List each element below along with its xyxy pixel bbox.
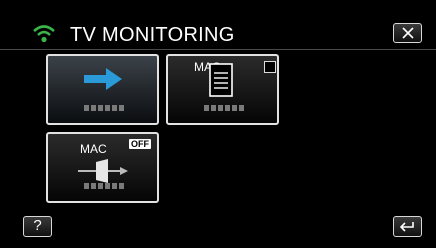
back-button[interactable] [393,216,422,237]
placeholder-dots [84,105,124,111]
tv-output-tile[interactable] [46,54,159,125]
header: TV MONITORING [0,0,436,46]
document-icon [209,63,233,97]
status-badge: OFF [129,139,151,149]
mac-label: MAC [80,142,107,156]
screen-arrow-icon [78,159,128,183]
wifi-icon [33,25,55,43]
placeholder-dots [84,183,124,189]
checkbox-icon[interactable] [264,61,276,73]
mac-filter-tile[interactable]: MAC OFF [46,132,159,203]
close-button[interactable] [393,23,422,43]
mac-list-tile[interactable]: MAC [166,54,279,125]
right-arrow-icon [84,68,122,90]
header-divider [0,49,436,50]
page-title: TV MONITORING [70,24,235,46]
screen: TV MONITORING MAC MAC OFF ? [0,0,436,248]
close-icon [401,27,414,39]
placeholder-dots [204,105,244,111]
back-arrow-icon [399,221,414,232]
help-button[interactable]: ? [23,216,52,237]
